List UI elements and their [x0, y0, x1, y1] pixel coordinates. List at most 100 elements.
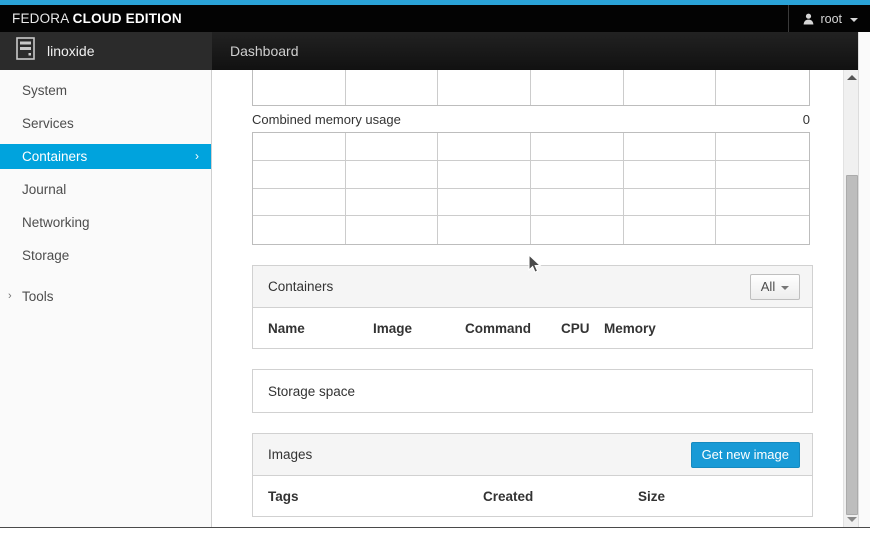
grid-cell: [716, 189, 809, 217]
sidebar: System Services Containers › Journal Net…: [0, 70, 212, 527]
scroll-up-button[interactable]: [844, 70, 859, 85]
grid-cell: [531, 133, 624, 161]
grid-cell: [531, 161, 624, 189]
sidebar-item-label: Containers: [22, 149, 87, 164]
grid-cell: [346, 70, 439, 105]
grid-cell: [253, 216, 346, 244]
sidebar-item-networking[interactable]: Networking: [0, 210, 211, 235]
column-header-command: Command: [465, 321, 561, 336]
sidebar-item-storage[interactable]: Storage: [0, 243, 211, 268]
memory-usage-graph: [252, 132, 810, 245]
host-selector[interactable]: linoxide: [0, 32, 212, 70]
grid-cell: [346, 216, 439, 244]
layout-spacer: [213, 517, 858, 527]
nav-spacer: [0, 136, 211, 144]
grid-cell: [253, 70, 346, 105]
tab-bar: Dashboard: [212, 32, 870, 70]
containers-filter-dropdown[interactable]: All: [750, 274, 800, 300]
column-header-created: Created: [483, 489, 638, 504]
tab-dashboard[interactable]: Dashboard: [212, 32, 317, 70]
server-rack-icon: [16, 37, 35, 65]
grid-cell: [624, 70, 717, 105]
grid-cell: [624, 161, 717, 189]
column-header-size: Size: [638, 489, 665, 504]
storage-space-header: Storage space: [253, 370, 812, 412]
grid-cell: [346, 133, 439, 161]
brand-prefix: FEDORA: [12, 11, 69, 26]
grid-cell: [716, 133, 809, 161]
sidebar-item-label: Services: [22, 116, 74, 131]
grid-cell: [438, 216, 531, 244]
grid-cell: [346, 161, 439, 189]
grid-cell: [346, 189, 439, 217]
nav-spacer: [0, 103, 211, 111]
layout-spacer: [213, 245, 858, 265]
grid-cell: [438, 161, 531, 189]
images-panel-title: Images: [268, 447, 312, 462]
nav-section-gap: [0, 268, 211, 284]
layout-spacer: [213, 349, 858, 369]
memory-usage-label: Combined memory usage: [252, 112, 401, 127]
user-menu[interactable]: root: [788, 5, 870, 32]
brand-title: FEDORA CLOUD EDITION: [0, 11, 182, 26]
scroll-down-button[interactable]: [844, 512, 859, 527]
sidebar-item-label: Journal: [22, 182, 66, 197]
main-content: Combined memory usage 0: [213, 70, 858, 527]
sidebar-top-gap: [0, 70, 211, 78]
images-panel-header: Images Get new image: [253, 434, 812, 476]
images-table-header: Tags Created Size: [253, 476, 812, 516]
grid-cell: [531, 216, 624, 244]
containers-panel-title: Containers: [268, 279, 333, 294]
containers-filter-label: All: [761, 279, 775, 294]
grid-cell: [438, 189, 531, 217]
column-header-image: Image: [373, 321, 465, 336]
grid-cell: [716, 216, 809, 244]
nav-spacer: [0, 235, 211, 243]
get-new-image-button[interactable]: Get new image: [691, 442, 800, 468]
grid-cell: [438, 70, 531, 105]
sidebar-item-journal[interactable]: Journal: [0, 177, 211, 202]
column-header-name: Name: [268, 321, 373, 336]
user-icon: [803, 13, 814, 25]
chevron-down-icon: [781, 286, 789, 290]
grid-cell: [531, 189, 624, 217]
sidebar-item-tools[interactable]: › Tools: [0, 284, 211, 309]
column-header-tags: Tags: [268, 489, 483, 504]
content-scrollbar[interactable]: [843, 70, 858, 527]
sidebar-item-label: Tools: [22, 289, 54, 304]
chevron-right-icon: ›: [195, 144, 199, 169]
storage-space-panel: Storage space: [252, 369, 813, 413]
cockpit-window: FEDORA CLOUD EDITION root: [0, 0, 870, 533]
brand-bar: FEDORA CLOUD EDITION root: [0, 5, 870, 32]
brand-strong: CLOUD EDITION: [73, 11, 182, 26]
sidebar-item-label: Storage: [22, 248, 69, 263]
grid-cell: [438, 133, 531, 161]
host-bar: linoxide Dashboard: [0, 32, 870, 70]
content-inner: Combined memory usage 0: [213, 70, 858, 527]
sidebar-item-containers[interactable]: Containers ›: [0, 144, 211, 169]
chevron-down-icon: [850, 18, 858, 22]
user-name: root: [820, 12, 842, 26]
get-new-image-label: Get new image: [702, 447, 789, 462]
scrollbar-thumb[interactable]: [846, 175, 858, 515]
grid-cell: [531, 70, 624, 105]
window-scrollbar[interactable]: [858, 32, 870, 530]
column-header-cpu: CPU: [561, 321, 604, 336]
grid-cell: [253, 189, 346, 217]
grid-cell: [624, 133, 717, 161]
sidebar-item-label: Networking: [22, 215, 90, 230]
memory-usage-header: Combined memory usage 0: [252, 106, 810, 132]
chevron-right-icon: ›: [8, 284, 12, 309]
memory-usage-value: 0: [803, 112, 810, 127]
storage-space-title: Storage space: [268, 384, 355, 399]
triangle-up-icon: [847, 75, 857, 80]
grid-cell: [716, 161, 809, 189]
column-header-memory: Memory: [604, 321, 656, 336]
sidebar-item-system[interactable]: System: [0, 78, 211, 103]
grid-cell: [716, 70, 809, 105]
sidebar-item-services[interactable]: Services: [0, 111, 211, 136]
window-bottom-frame: [0, 527, 870, 533]
triangle-down-icon: [847, 517, 857, 522]
grid-cell: [253, 133, 346, 161]
host-name: linoxide: [47, 43, 94, 59]
